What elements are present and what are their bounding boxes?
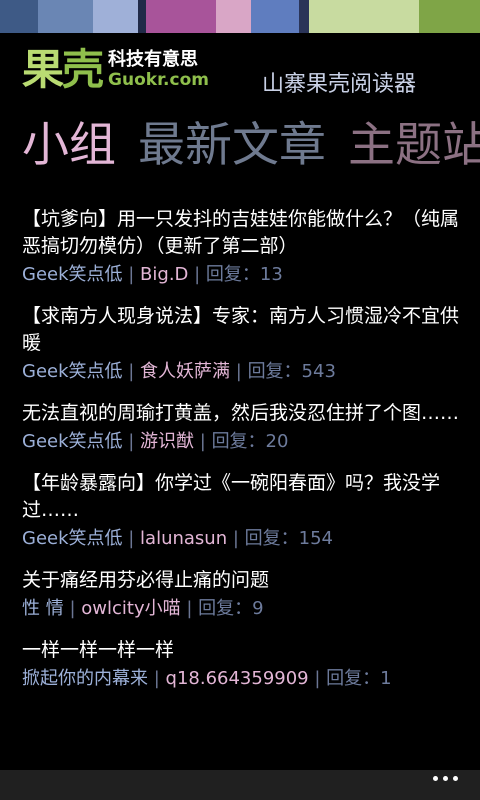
logo-tagline-cn: 科技有意思: [108, 49, 199, 70]
logo-main: 果壳: [22, 45, 104, 94]
list-item[interactable]: 无法直视的周瑜打黄盖，然后我没忍住拼了个图…… Geek笑点低 | 游识猷 | …: [22, 400, 462, 455]
meta-separator: |: [122, 264, 141, 285]
post-author[interactable]: owlcity小喵: [81, 598, 180, 619]
meta-separator: |: [308, 668, 327, 689]
list-item[interactable]: 一样一样一样一样 掀起你的内幕来 | q18.664359909 | 回复：1: [22, 637, 462, 692]
ellipsis-icon[interactable]: [433, 776, 458, 781]
decorative-color-stripe: [0, 0, 480, 33]
list-item[interactable]: 【求南方人现身说法】专家：南方人习惯湿冷不宜供暖 Geek笑点低 | 食人妖萨满…: [22, 303, 462, 385]
post-category[interactable]: 性 情: [22, 598, 64, 619]
post-reply-count: 回复：543: [247, 361, 336, 382]
post-category[interactable]: Geek笑点低: [22, 361, 123, 382]
post-title[interactable]: 【坑爹向】用一只发抖的吉娃娃你能做什么？（纯属恶搞切勿模仿）（更新了第二部）: [22, 206, 462, 260]
meta-separator: |: [122, 361, 141, 382]
post-reply-count: 回复：9: [198, 598, 264, 619]
post-category[interactable]: 掀起你的内幕来: [22, 668, 148, 689]
meta-separator: |: [188, 264, 206, 285]
tab-groups[interactable]: 小组: [22, 118, 116, 174]
post-reply-count: 回复：20: [211, 431, 289, 452]
post-reply-count: 回复：1: [326, 668, 392, 689]
post-title[interactable]: 【年龄暴露向】你学过《一碗阳春面》吗？我没学过……: [22, 470, 462, 524]
post-meta: Geek笑点低 | Big.D | 回复：13: [22, 262, 462, 288]
pivot-tabs: 小组 最新文章 主题站: [22, 118, 480, 174]
list-item[interactable]: 【坑爹向】用一只发抖的吉娃娃你能做什么？（纯属恶搞切勿模仿）（更新了第二部） G…: [22, 206, 462, 288]
post-author[interactable]: q18.664359909: [166, 668, 309, 689]
post-title[interactable]: 【求南方人现身说法】专家：南方人习惯湿冷不宜供暖: [22, 303, 462, 357]
post-author[interactable]: Big.D: [140, 264, 188, 285]
post-meta: 掀起你的内幕来 | q18.664359909 | 回复：1: [22, 666, 462, 692]
post-meta: Geek笑点低 | 游识猷 | 回复：20: [22, 429, 462, 455]
post-category[interactable]: Geek笑点低: [22, 264, 123, 285]
post-category[interactable]: Geek笑点低: [22, 431, 123, 452]
post-meta: 性 情 | owlcity小喵 | 回复：9: [22, 596, 462, 622]
meta-separator: |: [227, 528, 245, 549]
post-author[interactable]: 食人妖萨满: [140, 361, 230, 382]
post-meta: Geek笑点低 | 食人妖萨满 | 回复：543: [22, 359, 462, 385]
logo-domain: Guokr.com: [108, 70, 209, 90]
meta-separator: |: [194, 431, 212, 452]
meta-separator: |: [63, 598, 82, 619]
meta-separator: |: [180, 598, 199, 619]
app-title: 山寨果壳阅读器: [262, 72, 417, 97]
meta-separator: |: [148, 668, 166, 689]
tab-latest-articles[interactable]: 最新文章: [138, 118, 326, 174]
post-title[interactable]: 无法直视的周瑜打黄盖，然后我没忍住拼了个图……: [22, 400, 462, 427]
logo-tagline: 科技有意思 Guokr.com: [108, 49, 209, 91]
post-reply-count: 回复：154: [244, 528, 333, 549]
post-category[interactable]: Geek笑点低: [22, 528, 123, 549]
post-author[interactable]: 游识猷: [140, 431, 194, 452]
tab-topic-sites[interactable]: 主题站: [348, 118, 480, 174]
post-author[interactable]: lalunasun: [140, 528, 227, 549]
list-item[interactable]: 关于痛经用芬必得止痛的问题 性 情 | owlcity小喵 | 回复：9: [22, 567, 462, 622]
post-list: 【坑爹向】用一只发抖的吉娃娃你能做什么？（纯属恶搞切勿模仿）（更新了第二部） G…: [22, 206, 462, 707]
post-title[interactable]: 一样一样一样一样: [22, 637, 462, 664]
list-item[interactable]: 【年龄暴露向】你学过《一碗阳春面》吗？我没学过…… Geek笑点低 | lalu…: [22, 470, 462, 552]
guokr-logo: 果壳 科技有意思 Guokr.com: [22, 45, 209, 95]
meta-separator: |: [230, 361, 248, 382]
meta-separator: |: [122, 431, 141, 452]
post-reply-count: 回复：13: [205, 264, 283, 285]
post-meta: Geek笑点低 | lalunasun | 回复：154: [22, 526, 462, 552]
post-title[interactable]: 关于痛经用芬必得止痛的问题: [22, 567, 462, 594]
meta-separator: |: [122, 528, 141, 549]
app-header: 果壳 科技有意思 Guokr.com 山寨果壳阅读器: [0, 33, 480, 110]
application-bar: [0, 770, 480, 800]
